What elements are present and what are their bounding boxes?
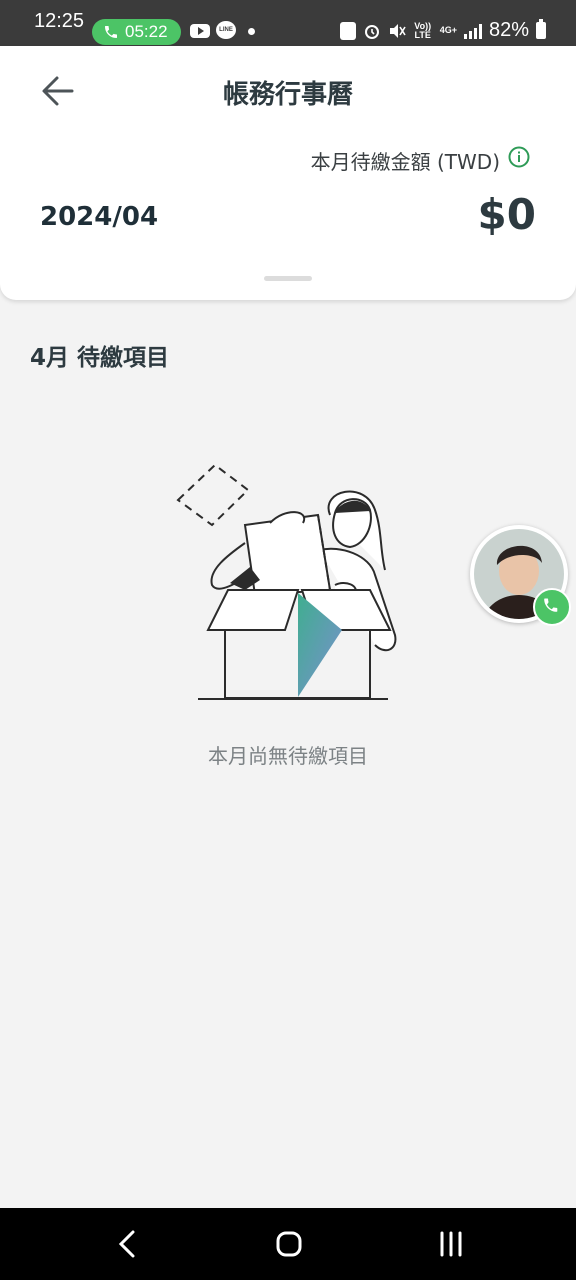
empty-box-illustration [176,463,397,700]
mute-icon [389,23,406,38]
line-app-icon: LINE [216,21,236,39]
clipboard-icon [339,21,356,40]
call-agent-icon[interactable] [533,588,571,626]
battery-icon [536,19,546,39]
alarm-icon [364,24,379,39]
drag-handle[interactable] [264,276,312,281]
due-amount: $0 [477,190,536,239]
system-nav-bar [0,1208,576,1280]
network-type: 4G+ [439,25,457,35]
info-icon[interactable] [508,146,530,168]
volte-label: Vo)) LTE [414,20,432,40]
empty-state-message: 本月尚無待繳項目 [208,744,368,768]
status-bar: 12:25 05:22 LINE Vo)) LTE 4G+ 82% [0,0,576,46]
call-duration: 05:22 [125,22,168,41]
nav-home-icon[interactable] [274,1226,304,1262]
signal-icon [463,23,482,39]
summary-card: 帳務行事曆 本月待繳金額 (TWD) 2024/04 $0 [0,46,576,300]
battery-percent: 82% [488,19,529,41]
status-icons: Vo)) LTE 4G+ 82% [339,19,546,42]
more-notifications-dot [248,28,255,35]
month-label[interactable]: 2024/04 [40,202,158,232]
nav-back-icon[interactable] [112,1226,142,1262]
phone-icon [105,26,117,38]
status-time: 12:25 [34,10,85,32]
youtube-icon [190,24,210,38]
nav-recent-apps-icon[interactable] [434,1226,468,1262]
page-title: 帳務行事曆 [222,80,353,110]
ongoing-call-pill[interactable]: 05:22 [92,19,181,45]
section-title: 4月 待繳項目 [30,345,170,371]
monthly-due-label: 本月待繳金額 (TWD) [310,150,500,174]
